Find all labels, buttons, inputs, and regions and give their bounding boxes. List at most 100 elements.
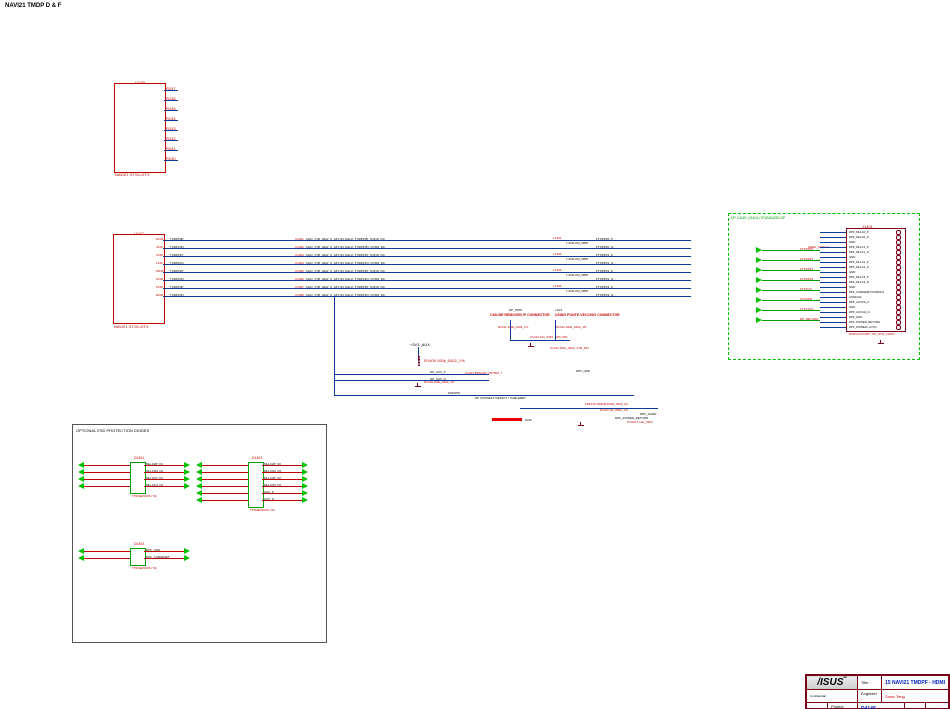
pair-net-b-1: FTXDPF1_N <box>596 261 613 265</box>
cage-sig-8: GND <box>849 270 855 274</box>
esd-D1401-l-2 <box>84 479 130 480</box>
tb-rev-l: Rev <box>905 703 926 709</box>
esd-D1402-arwL-5 <box>196 497 202 503</box>
esd-D1402-arwR-5 <box>302 497 308 503</box>
u14b-part: NAVI21 XT/XL/XTX <box>115 172 150 177</box>
pwr-ret-line <box>520 408 658 409</box>
esd-D1402-arwR-2 <box>302 476 308 482</box>
u14b-block <box>114 83 166 173</box>
cap-3 <box>293 264 301 265</box>
pair-net-a-1: FTXDPF1_P <box>596 253 613 257</box>
cage-title: DP CAGE (J1401) STANDARD DP <box>731 216 785 220</box>
u14b-pin-1: R246 <box>166 96 176 101</box>
aux-note1: CAN BE REMOVED IF CONNECTOR <box>490 313 550 317</box>
pair-net-b-0: FTXDPF0_N <box>596 245 613 249</box>
cage-wire-11 <box>820 287 846 288</box>
esd-title: OPTIONAL ESD PROTECTION DIODES <box>76 428 149 433</box>
cage-buslbl-4: FTXAUX <box>800 287 812 291</box>
esd-D1401-arwR-0 <box>184 462 190 468</box>
cage-sig-14: DPF_AUXCH_P <box>849 300 869 304</box>
cage-sig-7: DPF_MLLC2_N <box>849 265 869 269</box>
cage-wire-4 <box>820 252 846 253</box>
cage-sig-4: DPF_MLLC1_N <box>849 250 869 254</box>
choke-val-0: 1 90R-CM_0805 <box>566 241 588 245</box>
cage-sig-0: DPF_MLLC0_P <box>849 230 869 234</box>
cage-wire-8 <box>820 272 846 273</box>
cage-wire-18 <box>820 322 846 323</box>
u14c-part: NAVI21 XT/XL/XTX <box>114 324 149 329</box>
esd-D1402-arwL-1 <box>196 469 202 475</box>
aux-note2: USING PONTE-VECCHIO CONNECTOR <box>555 313 620 317</box>
pair-net-b-3: FTXDPF3_N <box>596 293 613 297</box>
esd-D1401-net-3: MLLC1N_F0 <box>146 483 163 487</box>
esd-D1402-net-2: MLLC3P_F0 <box>264 476 281 480</box>
aux-vdd: +3V3_AUX <box>410 342 430 347</box>
hpd-stub1 <box>510 320 511 340</box>
cage-wire-2 <box>820 242 846 243</box>
cage-sig-11: GND <box>849 285 855 289</box>
cage-wire-12 <box>820 292 846 293</box>
esd-D1402-arwL-4 <box>196 490 202 496</box>
esd-D1402-net-3: MLLC3N_F0 <box>264 483 281 487</box>
cage-sig-18: DPF_POWER_RETURN <box>849 320 880 324</box>
post-line-6 <box>301 288 551 289</box>
cage-sig-3: DPF_MLLC1_P <box>849 245 869 249</box>
esd-D1402-arwR-0 <box>302 462 308 468</box>
post-line-4 <box>301 272 551 273</box>
esd-D1402-l-3 <box>202 486 248 487</box>
cage-sig-17: DPF_HPD <box>849 315 862 319</box>
u14c-ref: U14C <box>134 231 144 236</box>
post-line-2 <box>301 256 551 257</box>
cage-wire-9 <box>820 277 846 278</box>
schematic-sheet: NAVI21 TMDP D & F U14B NAVI21 XT/XL/XTX … <box>0 0 950 709</box>
esd-D1403-l-0 <box>84 551 130 552</box>
esd-D1403-net-1: DPF_CABLEDET <box>146 555 170 559</box>
logo: /ISUS‾ <box>807 676 858 690</box>
esd-D1401-arwL-2 <box>78 476 84 482</box>
cage-sig-5: GND <box>849 255 855 259</box>
tb-title-label: Title : <box>857 676 881 690</box>
cage-wire-13 <box>820 297 846 298</box>
esd-D1401-l-0 <box>84 465 130 466</box>
cage-buslbl-0: FTXDPF0 <box>800 247 813 251</box>
cage-wire-1 <box>820 237 846 238</box>
hpd-pwr2: DP_PWR <box>509 308 522 312</box>
post-line-7 <box>301 296 551 297</box>
cage-wire-5 <box>820 257 846 258</box>
esd-D1403-l-1 <box>84 558 130 559</box>
hpd-gnd <box>528 343 534 350</box>
aux-r2: R1410 100k_0402_1% <box>424 380 455 384</box>
esd-D1402-l-1 <box>202 472 248 473</box>
pair-net-a-2: FTXDPF2_P <box>596 269 613 273</box>
r1409 <box>418 356 420 366</box>
esd-D1401-arwL-3 <box>78 483 84 489</box>
tb-conf: Confidential <box>807 690 858 703</box>
esd-D1403-net-0: DPF_HPD <box>146 548 160 552</box>
tb-eng: Sonic Teng <box>882 690 949 703</box>
pair-net-a-0: FTXDPF0_P <box>596 237 613 241</box>
cap-5 <box>293 280 301 281</box>
aux-r1: R1409 100k_0402_1% <box>424 358 465 363</box>
page-title: NAVI21 TMDP D & F <box>5 3 61 9</box>
u14c-net-6: TXDPF3P <box>170 285 184 289</box>
tb-title: 15 NAVI21 TMDPF - HDMI <box>882 676 949 690</box>
esd-D1401-net-1: MLLC0N_F0 <box>146 469 163 473</box>
cage-sig-9: DPF_MLLC3_P <box>849 275 869 279</box>
cage-sig-6: DPF_MLLC2_P <box>849 260 869 264</box>
title-block: /ISUS‾ Title : 15 NAVI21 TMDPF - HDMI Co… <box>805 674 950 709</box>
tb-proj-l: Project Name : <box>828 703 858 709</box>
esd-frame <box>72 424 327 643</box>
post-line-5 <box>301 280 551 281</box>
u14b-pin-0: R247 <box>166 86 176 91</box>
esd-D1401-box <box>130 462 146 494</box>
choke-val-1: 1 90R-CM_0805 <box>566 257 588 261</box>
hpd-c2: C1413 100n_0402_X7R_16V <box>550 346 589 350</box>
pwr-ret-gnd-sym <box>578 422 584 429</box>
esd-D1401-arwL-0 <box>78 462 84 468</box>
tb-size-l: Size <box>807 703 828 709</box>
esd-D1401-part: TPD4E05U06 / NC <box>132 494 157 498</box>
cage-sig-1: DPF_MLLC0_N <box>849 235 869 239</box>
esd-D1402-arwR-1 <box>302 469 308 475</box>
cage-sig-19: DPF_POWER (+3.3V) <box>849 325 877 329</box>
hpd-fet: Q1401 BSS138 / 2N7002_7 <box>465 371 502 375</box>
